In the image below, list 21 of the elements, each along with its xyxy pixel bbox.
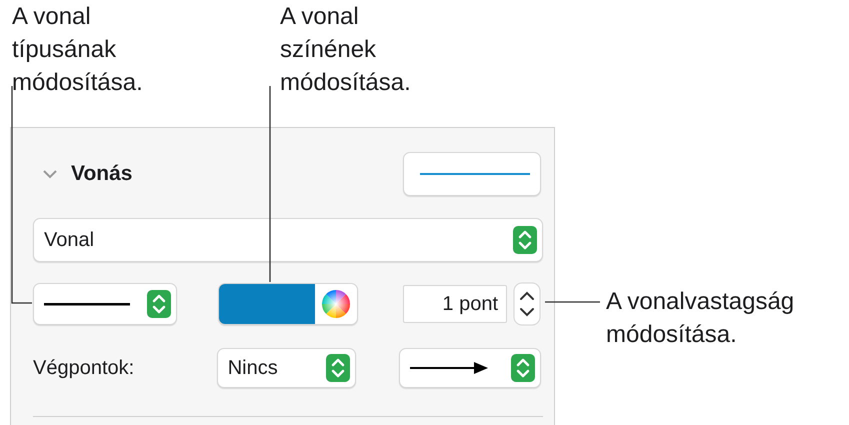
arrow-icon <box>410 361 490 375</box>
callout-text: A vonal típusának módosítása. <box>12 2 143 98</box>
stepper-icon <box>326 354 350 382</box>
stepper-icon <box>147 290 171 318</box>
color-well[interactable] <box>218 283 358 325</box>
start-endpoint-popup[interactable]: Nincs <box>216 348 356 388</box>
chevron-down-icon[interactable] <box>43 169 57 179</box>
width-field[interactable]: 1 pont <box>403 285 507 323</box>
callout-text: A vonalvastagság módosítása. <box>606 287 794 350</box>
end-endpoint-popup[interactable] <box>398 348 541 388</box>
endpoints-label: Végpontok: <box>33 356 136 380</box>
stepper-arrows-icon[interactable] <box>513 282 541 326</box>
section-title: Vonás <box>71 162 132 186</box>
stroke-style-popup[interactable]: Vonal <box>33 218 543 262</box>
stepper-icon <box>513 226 537 254</box>
line-style-popup[interactable] <box>33 283 177 325</box>
stroke-preview-button[interactable] <box>403 152 541 196</box>
callout-text: A vonal színének módosítása. <box>280 2 411 98</box>
stepper-icon <box>511 354 535 382</box>
color-wheel-icon <box>321 289 351 319</box>
leader-line <box>545 301 600 303</box>
